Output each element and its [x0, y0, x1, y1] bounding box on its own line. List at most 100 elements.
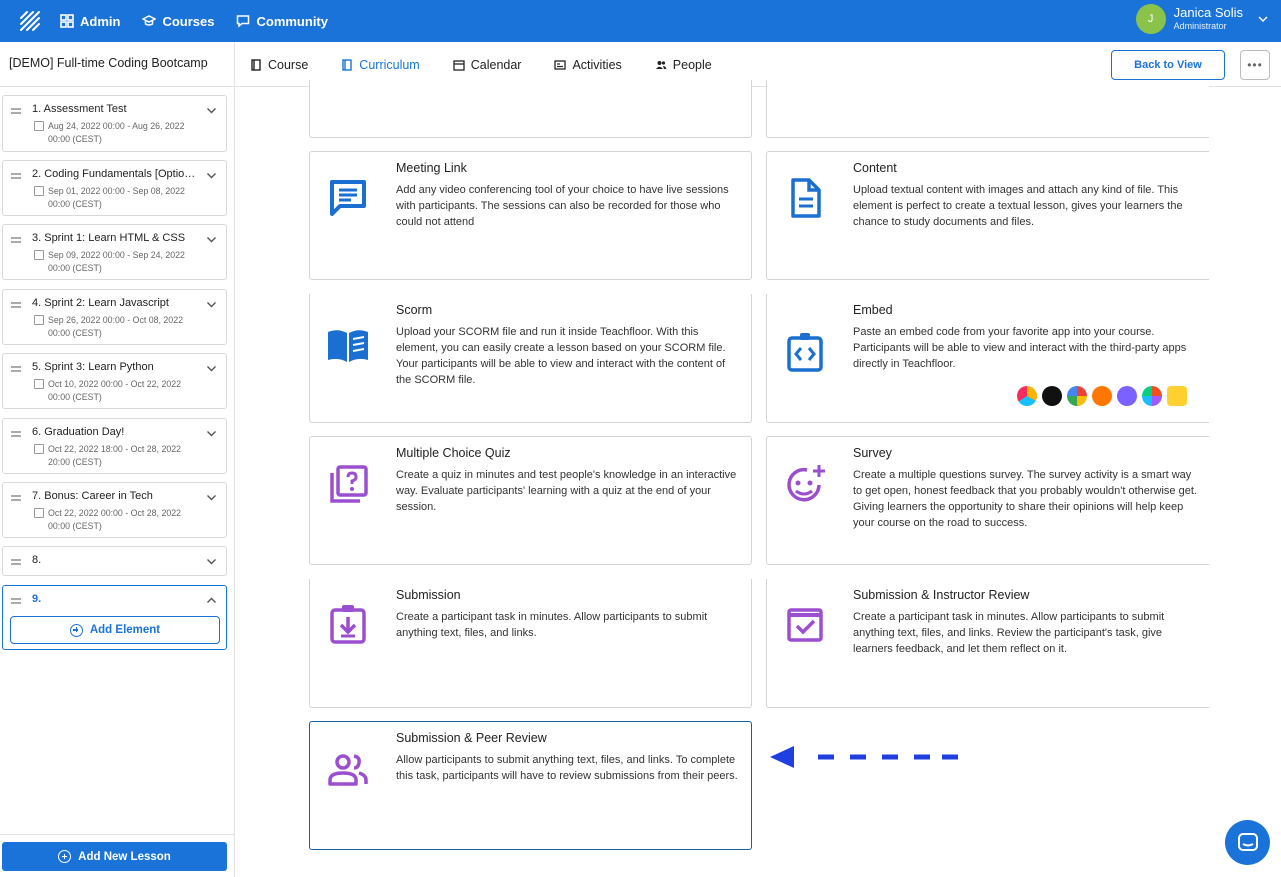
nav-community-label: Community — [256, 13, 328, 29]
lesson-title: 9. — [32, 593, 42, 605]
sidebar-divider — [234, 42, 235, 877]
dashboard-icon — [60, 14, 74, 28]
quiz-question-icon — [330, 465, 368, 503]
calendar-icon — [34, 121, 44, 131]
embed-app-logos — [1017, 386, 1187, 406]
calendar-icon — [34, 186, 44, 196]
nav-courses-label: Courses — [162, 13, 215, 29]
element-title: Meeting Link — [396, 161, 467, 175]
element-description: Create a participant task in minutes. Al… — [853, 611, 1165, 655]
lesson-title: 4. Sprint 2: Learn Javascript — [32, 297, 169, 309]
graduation-cap-icon — [142, 15, 157, 26]
calendar-icon — [453, 59, 465, 71]
element-title: Submission & Instructor Review — [853, 588, 1030, 602]
tab-calendar-label: Calendar — [470, 57, 522, 72]
element-card-submission-instructor-review[interactable]: Submission & Instructor Review Create a … — [766, 579, 1209, 708]
add-element-label: Add Element — [89, 624, 161, 636]
element-card-previous[interactable] — [766, 80, 1209, 138]
element-card-scorm[interactable]: Scorm Upload your SCORM file and run it … — [309, 294, 752, 423]
chevron-up-icon[interactable] — [206, 595, 217, 606]
element-card-submission-peer-review[interactable]: Submission & Peer Review Allow participa… — [309, 721, 752, 850]
chevron-down-icon[interactable] — [206, 556, 217, 567]
lesson-title: 2. Coding Fundamentals [Optional] — [32, 168, 197, 180]
top-navbar: Admin Courses Community J Janica Solis A… — [0, 0, 1281, 42]
nav-community[interactable]: Community — [236, 14, 328, 29]
pointer-arrow-icon — [770, 746, 958, 768]
element-card-previous[interactable] — [309, 80, 752, 138]
lesson-date: Oct 22, 2022 00:00 - Oct 28, 2022 00:00 (… — [48, 508, 182, 531]
lesson-item-3[interactable]: 3. Sprint 1: Learn HTML & CSS Sep 09, 20… — [2, 224, 227, 280]
chevron-down-icon[interactable] — [206, 234, 217, 245]
activity-icon — [554, 59, 567, 70]
lesson-item-9[interactable]: 9. Add Element — [2, 585, 227, 650]
element-description: Create a participant task in minutes. Al… — [396, 611, 708, 639]
element-description: Create a multiple questions survey. The … — [853, 469, 1197, 529]
element-card-quiz[interactable]: Multiple Choice Quiz Create a quiz in mi… — [309, 436, 752, 565]
drag-handle-icon[interactable] — [11, 559, 21, 565]
smiley-add-icon — [787, 465, 825, 502]
nav-admin-label: Admin — [80, 13, 121, 29]
drag-handle-icon[interactable] — [11, 366, 21, 372]
book-icon — [342, 58, 352, 71]
user-menu[interactable]: J Janica Solis Administrator — [1135, 4, 1269, 34]
embed-code-icon — [787, 333, 823, 372]
spark-logo-icon — [1117, 386, 1137, 406]
lesson-item-2[interactable]: 2. Coding Fundamentals [Optional] Sep 01… — [2, 160, 227, 216]
more-options-button[interactable]: ••• — [1240, 50, 1270, 80]
chevron-down-icon[interactable] — [206, 299, 217, 310]
lesson-item-1[interactable]: 1. Assessment Test Aug 24, 2022 00:00 - … — [2, 95, 227, 152]
avatar: J — [1135, 4, 1166, 34]
nav-admin[interactable]: Admin — [60, 14, 120, 29]
tab-course-label: Course — [268, 57, 309, 72]
element-card-submission[interactable]: Submission Create a participant task in … — [309, 579, 752, 708]
soundcloud-logo-icon — [1092, 386, 1112, 406]
teachfloor-logo-icon[interactable] — [0, 0, 60, 42]
drag-handle-icon[interactable] — [11, 237, 21, 243]
lesson-item-5[interactable]: 5. Sprint 3: Learn Python Oct 10, 2022 0… — [2, 353, 227, 409]
lesson-item-8[interactable]: 8. — [2, 546, 227, 576]
back-to-view-button[interactable]: Back to View — [1111, 50, 1225, 80]
people-icon — [655, 60, 667, 69]
chevron-down-icon[interactable] — [206, 105, 217, 116]
calendar-icon — [34, 379, 44, 389]
support-chat-button[interactable] — [1225, 820, 1270, 865]
drag-handle-icon[interactable] — [11, 495, 21, 501]
miro-logo-icon — [1167, 386, 1187, 406]
element-card-embed[interactable]: Embed Paste an embed code from your favo… — [766, 294, 1209, 423]
drag-handle-icon[interactable] — [11, 173, 21, 179]
lesson-date: Oct 10, 2022 00:00 - Oct 22, 2022 00:00 (… — [48, 379, 182, 402]
document-icon — [791, 178, 821, 218]
lesson-item-6[interactable]: 6. Graduation Day! Oct 22, 2022 18:00 - … — [2, 418, 227, 474]
element-card-meeting-link[interactable]: Meeting Link Add any video conferencing … — [309, 151, 752, 280]
lesson-item-4[interactable]: 4. Sprint 2: Learn Javascript Sep 26, 20… — [2, 289, 227, 345]
add-element-button[interactable]: Add Element — [10, 616, 220, 644]
chat-message-icon — [330, 180, 366, 216]
calendar-icon — [34, 444, 44, 454]
figma-logo-icon — [1142, 386, 1162, 406]
element-card-survey[interactable]: Survey Create a multiple questions surve… — [766, 436, 1209, 565]
open-book-icon — [328, 330, 368, 362]
drag-handle-icon[interactable] — [11, 431, 21, 437]
drag-handle-icon[interactable] — [11, 302, 21, 308]
element-card-content[interactable]: Content Upload textual content with imag… — [766, 151, 1209, 280]
google-logo-icon — [1067, 386, 1087, 406]
people-group-icon — [328, 754, 368, 786]
chevron-down-icon[interactable] — [206, 170, 217, 181]
chevron-down-icon[interactable] — [206, 363, 217, 374]
element-title: Submission & Peer Review — [396, 731, 547, 745]
element-description: Create a quiz in minutes and test people… — [396, 469, 737, 513]
nav-courses[interactable]: Courses — [142, 14, 214, 29]
chat-bubble-icon — [237, 15, 250, 28]
chevron-down-icon[interactable] — [206, 492, 217, 503]
lesson-item-7[interactable]: 7. Bonus: Career in Tech Oct 22, 2022 00… — [2, 482, 227, 538]
add-new-lesson-button[interactable]: Add New Lesson — [2, 842, 227, 871]
element-title: Submission — [396, 588, 461, 602]
drag-handle-icon[interactable] — [11, 598, 21, 604]
chevron-down-icon[interactable] — [206, 428, 217, 439]
lesson-date: Sep 01, 2022 00:00 - Sep 08, 2022 00:00 (… — [48, 186, 185, 209]
calendar-icon — [34, 315, 44, 325]
lesson-date: Aug 24, 2022 00:00 - Aug 26, 2022 00:00 (… — [48, 121, 185, 144]
element-description: Paste an embed code from your favorite a… — [853, 326, 1187, 370]
drag-handle-icon[interactable] — [11, 108, 21, 114]
plus-circle-icon — [58, 850, 72, 863]
